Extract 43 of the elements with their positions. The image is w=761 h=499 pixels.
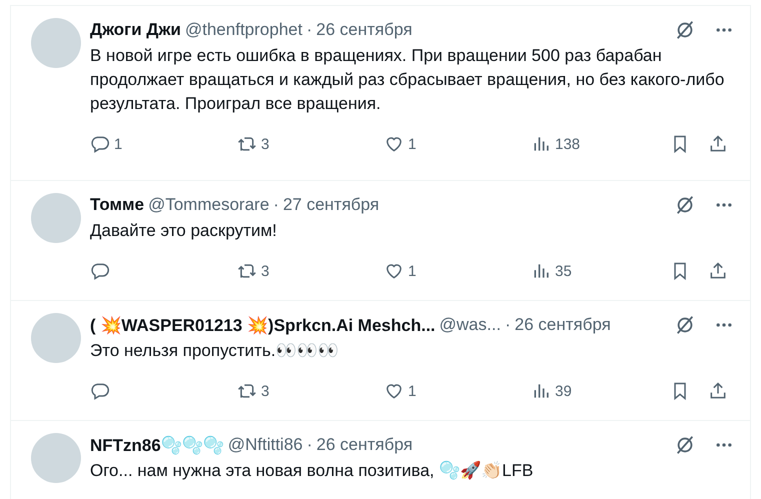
share-icon[interactable] (708, 381, 728, 401)
post-date[interactable]: 26 сентября (514, 315, 611, 335)
separator-dot: · (306, 435, 312, 455)
heart-icon (384, 261, 404, 281)
separator-dot: · (273, 195, 279, 215)
post-text: Это нельзя пропустить.👀👀👀 (90, 340, 340, 362)
share-icon[interactable] (708, 134, 728, 154)
share-icon[interactable] (708, 261, 728, 281)
reply-button[interactable]: 1 (90, 134, 237, 154)
separator-dot: · (504, 315, 511, 335)
post-date[interactable]: 26 сентября (316, 20, 412, 40)
user-name[interactable]: ( 💥WASPER01213 💥)Sprkcn.Ai Meshch... (90, 314, 436, 336)
reply-icon (90, 134, 110, 154)
heart-icon (384, 134, 404, 154)
slashed-circle-icon[interactable] (674, 194, 696, 216)
user-handle[interactable]: @thenftprophet (185, 20, 302, 40)
slashed-circle-icon[interactable] (674, 314, 696, 336)
reply-icon (90, 261, 110, 281)
like-button[interactable]: 1 (384, 134, 531, 154)
like-button[interactable]: 1 (384, 381, 531, 401)
user-handle[interactable]: @was... (439, 315, 501, 335)
user-name[interactable]: Джоги Джи (90, 20, 181, 40)
repost-button[interactable]: 3 (237, 134, 384, 154)
views-button[interactable]: 35 (531, 261, 572, 281)
user-handle[interactable]: @Tommesorare (148, 195, 270, 215)
post-text: Ого... нам нужна эта новая волна позитива, 🫧🚀👏🏻LFB (90, 460, 534, 482)
like-button[interactable]: 1 (384, 261, 531, 281)
repost-button[interactable]: 3 (237, 381, 384, 401)
separator-dot: · (306, 20, 312, 40)
user-name[interactable]: Томме (90, 195, 144, 215)
post-date[interactable]: 27 сентября (282, 195, 380, 215)
views-button[interactable]: 39 (531, 381, 572, 401)
heart-icon (384, 381, 404, 401)
repost-button[interactable]: 3 (237, 261, 384, 281)
post-text: Давайте это раскрутим! (90, 220, 278, 242)
slashed-circle-icon[interactable] (674, 19, 696, 41)
post-text: В новой игре есть ошибка в вращениях. При вращении 500 раз барабан продолжает вращаться и каждый раз сбрасывает вращения, но без какого-либо результата. Проиграл все вращения. (90, 45, 726, 115)
views-button[interactable]: 138 (531, 134, 580, 154)
user-name[interactable]: NFTzn86🫧🫧🫧 (90, 434, 224, 456)
user-handle[interactable]: @Nftitti86 (228, 435, 303, 455)
reply-icon (90, 381, 110, 401)
slashed-circle-icon[interactable] (674, 434, 696, 456)
post-date[interactable]: 26 сентября (316, 435, 413, 455)
